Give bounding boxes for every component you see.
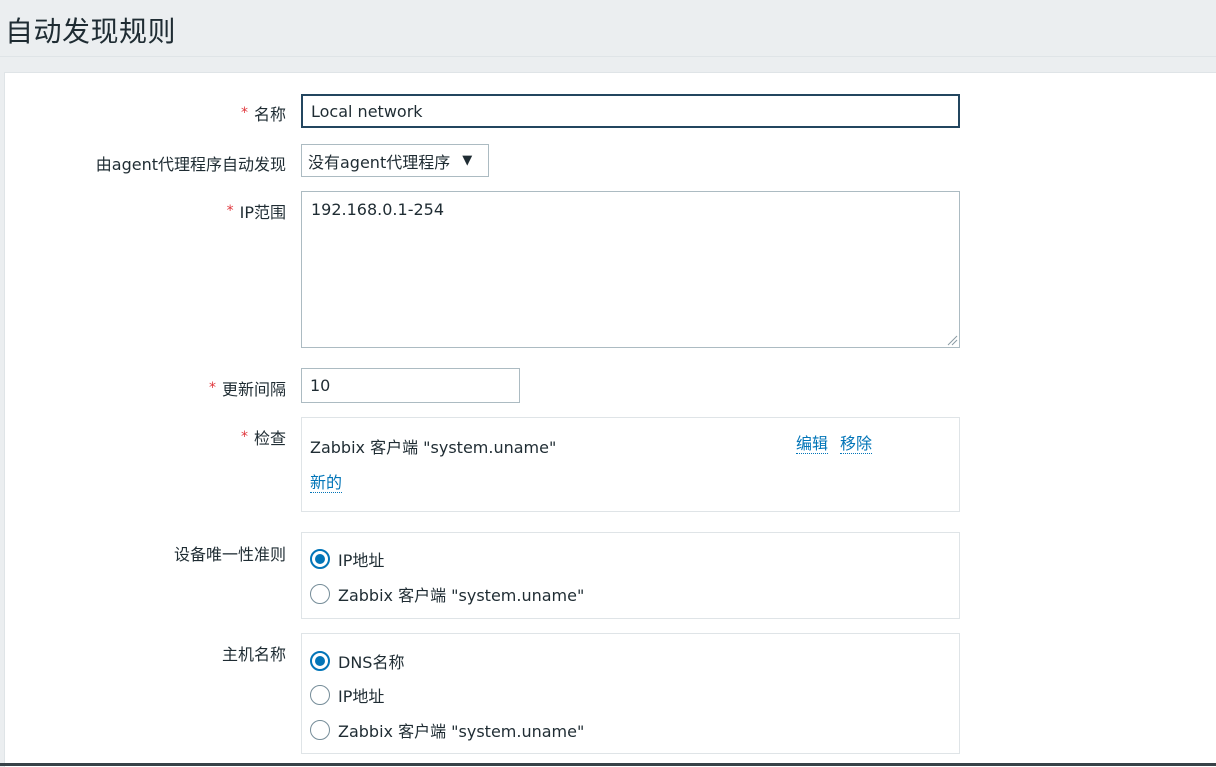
radio-selected-icon[interactable] (310, 651, 330, 671)
new-check-link[interactable]: 新的 (310, 474, 343, 493)
delay-input[interactable]: 10 (301, 368, 520, 403)
checks-box: Zabbix 客户端 "system.uname" 编辑 移除 新的 (301, 417, 960, 512)
required-mark: * (240, 105, 248, 121)
checks-label: * 检查 (240, 429, 286, 448)
remove-check-link[interactable]: 移除 (840, 435, 873, 454)
delay-label: * 更新间隔 (208, 380, 286, 399)
proxy-select[interactable]: 没有agent代理程序 ▼ (301, 144, 489, 177)
name-input[interactable]: Local network (301, 94, 960, 128)
host-name-option-agent[interactable]: Zabbix 客户端 "system.uname" (310, 718, 584, 742)
radio-unselected-icon[interactable] (310, 685, 330, 705)
uniqueness-label: 设备唯一性准则 (173, 545, 286, 564)
resize-grip-icon[interactable] (946, 334, 958, 346)
triangle-down-icon: ▼ (462, 153, 473, 168)
host-name-option-ip[interactable]: IP地址 (310, 683, 384, 707)
check-item-text: Zabbix 客户端 "system.uname" (310, 438, 557, 457)
proxy-label: 由agent代理程序自动发现 (95, 155, 286, 174)
radio-unselected-icon[interactable] (310, 720, 330, 740)
uniqueness-option-ip[interactable]: IP地址 (310, 547, 384, 571)
name-label: * 名称 (240, 105, 286, 124)
host-name-label: 主机名称 (221, 645, 286, 664)
page-title: 自动发现规则 (5, 15, 177, 48)
host-name-radio-group: DNS名称 IP地址 Zabbix 客户端 "system.uname" (301, 633, 960, 754)
uniqueness-radio-group: IP地址 Zabbix 客户端 "system.uname" (301, 532, 960, 619)
host-name-option-dns[interactable]: DNS名称 (310, 649, 404, 673)
edit-check-link[interactable]: 编辑 (796, 435, 829, 454)
ip-range-textarea[interactable]: 192.168.0.1-254 (301, 191, 960, 348)
radio-selected-icon[interactable] (310, 549, 330, 569)
ip-range-label: * IP范围 (226, 203, 286, 222)
page-header: 自动发现规则 (0, 0, 1216, 57)
uniqueness-option-agent[interactable]: Zabbix 客户端 "system.uname" (310, 582, 584, 606)
radio-unselected-icon[interactable] (310, 584, 330, 604)
